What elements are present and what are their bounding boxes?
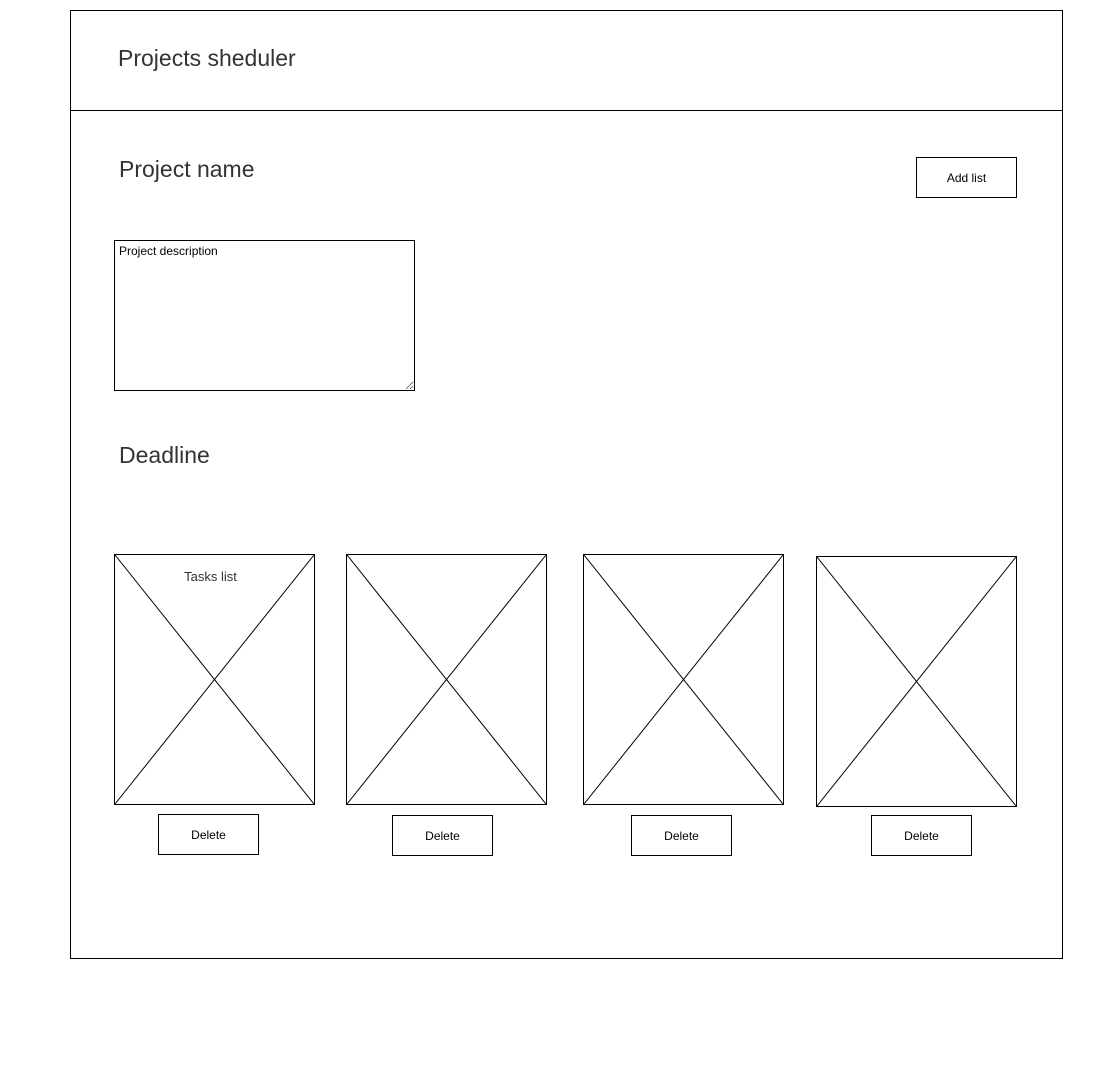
task-list-3 xyxy=(583,554,784,805)
image-placeholder-icon xyxy=(817,557,1016,806)
delete-list-2-button[interactable]: Delete xyxy=(392,815,493,856)
app-title: Projects sheduler xyxy=(118,45,296,71)
task-list-2 xyxy=(346,554,547,805)
app-header: Projects sheduler xyxy=(71,11,1062,111)
image-placeholder-icon xyxy=(584,555,783,804)
delete-list-4-button[interactable]: Delete xyxy=(871,815,972,856)
delete-list-3-button[interactable]: Delete xyxy=(631,815,732,856)
image-placeholder-icon xyxy=(347,555,546,804)
add-list-button[interactable]: Add list xyxy=(916,157,1017,198)
image-placeholder-icon xyxy=(115,555,314,804)
deadline-label: Deadline xyxy=(119,442,210,468)
task-list-4 xyxy=(816,556,1017,807)
project-name-heading: Project name xyxy=(119,156,255,182)
delete-list-1-button[interactable]: Delete xyxy=(158,814,259,855)
project-description-input[interactable] xyxy=(114,240,415,391)
app-window: Projects sheduler Project name Add list … xyxy=(70,10,1063,959)
task-list-1: Tasks list xyxy=(114,554,315,805)
